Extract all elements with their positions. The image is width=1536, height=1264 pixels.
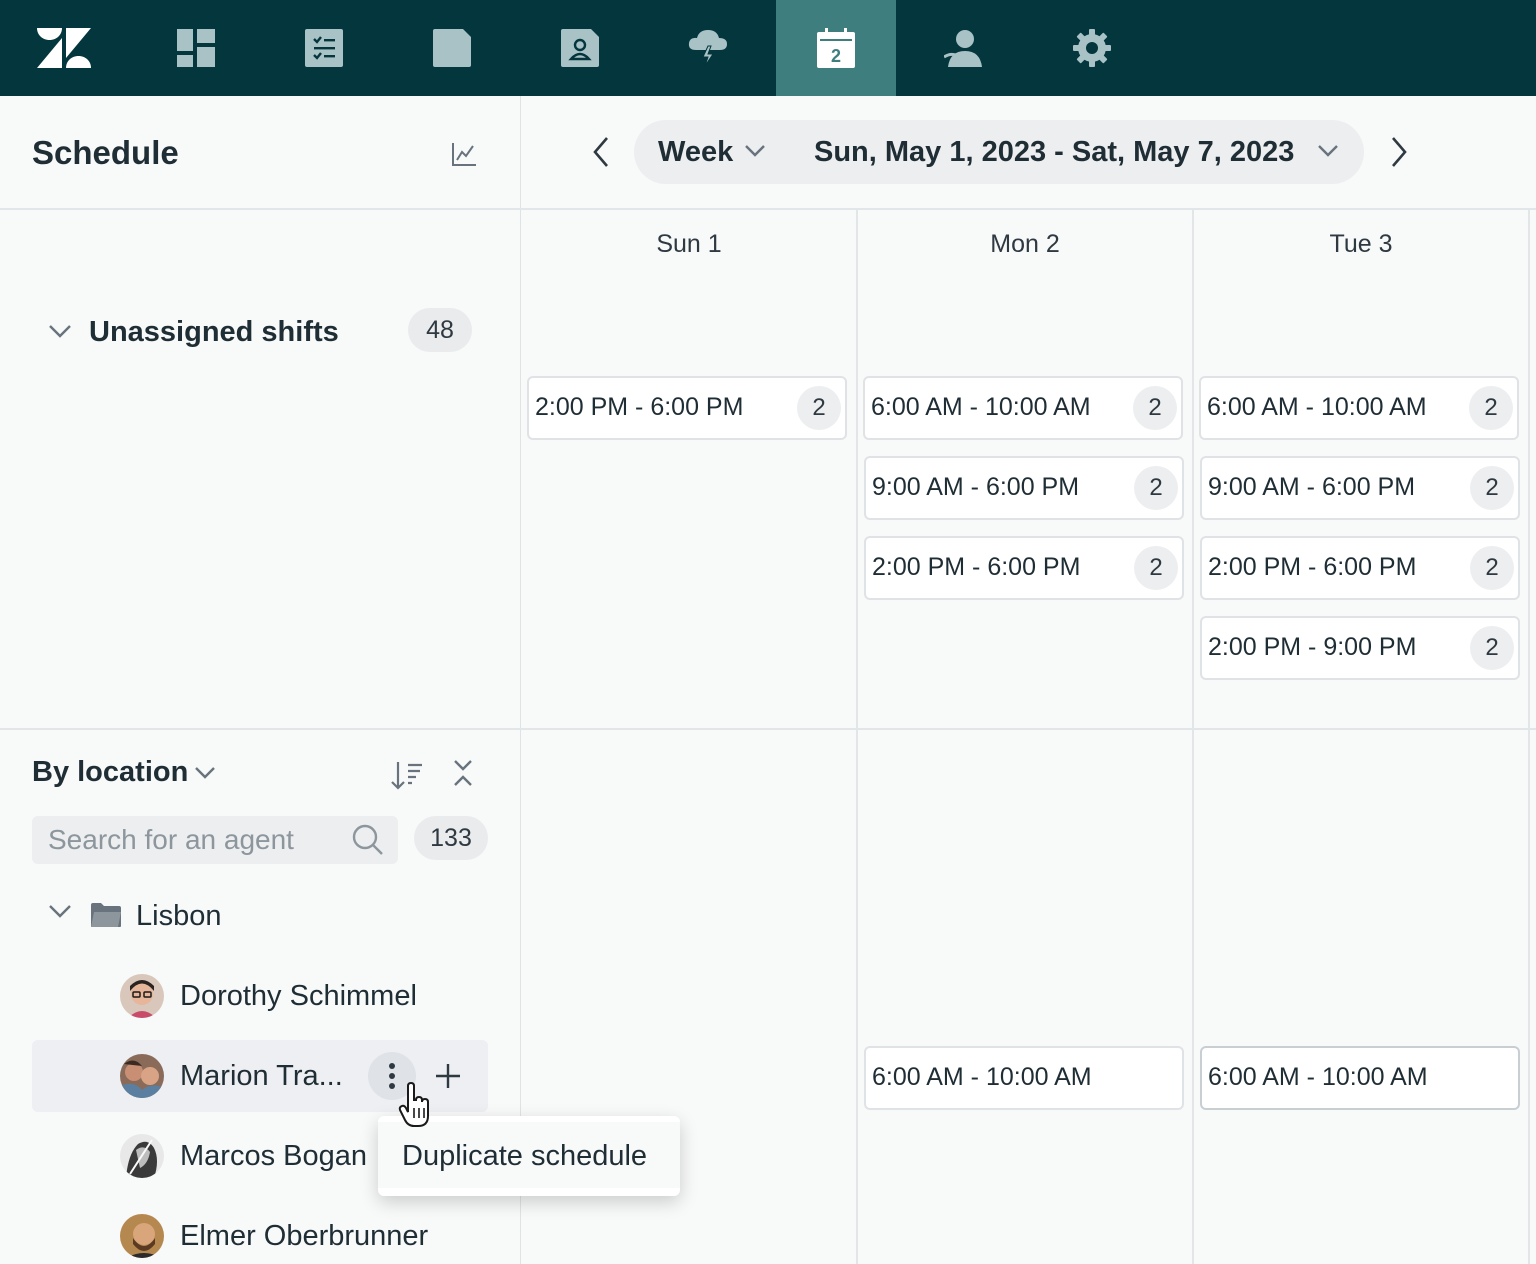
add-shift-button[interactable] — [430, 1052, 466, 1100]
chevron-down-icon[interactable] — [1317, 144, 1339, 157]
sort-icon[interactable] — [390, 758, 424, 792]
shift-count-badge: 2 — [1133, 386, 1177, 430]
avatar — [120, 1054, 164, 1098]
search-icon — [352, 824, 383, 855]
shift-time: 2:00 PM - 9:00 PM — [1208, 633, 1417, 661]
unassigned-shift-card[interactable]: 9:00 AM - 6:00 PM 2 — [1200, 456, 1520, 520]
analytics-chart-button[interactable] — [446, 136, 482, 172]
shift-time: 9:00 AM - 6:00 PM — [872, 473, 1080, 501]
shift-time: 2:00 PM - 6:00 PM — [872, 553, 1081, 581]
date-range-dropdown[interactable]: Sun, May 1, 2023 - Sat, May 7, 2023 — [814, 136, 1294, 169]
previous-week-button[interactable] — [585, 134, 619, 170]
avatar — [120, 1214, 164, 1258]
avatar — [120, 1134, 164, 1178]
dashboard-icon[interactable] — [136, 0, 256, 96]
group-by-dropdown[interactable]: By location — [32, 756, 188, 789]
section-divider — [521, 728, 1536, 730]
agent-shift-card[interactable]: 6:00 AM - 10:00 AM — [864, 1046, 1184, 1110]
unassigned-shifts-label: Unassigned shifts — [89, 316, 339, 348]
pointer-hand-cursor-icon — [398, 1082, 429, 1127]
top-navigation-bar: 2 — [0, 0, 1536, 96]
shift-time: 6:00 AM - 10:00 AM — [1208, 1063, 1428, 1091]
day-divider — [1528, 210, 1530, 1264]
shift-time: 2:00 PM - 6:00 PM — [535, 393, 744, 421]
agent-row[interactable]: Dorothy Schimmel — [32, 960, 488, 1032]
page-title: Schedule — [32, 134, 179, 171]
shift-count-badge: 2 — [1469, 386, 1513, 430]
unassigned-shift-card[interactable]: 6:00 AM - 10:00 AM 2 — [1199, 376, 1519, 440]
unassigned-shift-card[interactable]: 6:00 AM - 10:00 AM 2 — [863, 376, 1183, 440]
unassigned-shift-card[interactable]: 2:00 PM - 9:00 PM 2 — [1200, 616, 1520, 680]
header-divider — [0, 208, 521, 210]
line-chart-icon — [452, 143, 476, 166]
unassigned-shift-card[interactable]: 2:00 PM - 6:00 PM 2 — [1200, 536, 1520, 600]
location-label[interactable]: Lisbon — [136, 900, 221, 933]
agent-row[interactable]: Elmer Oberbrunner — [32, 1200, 488, 1264]
chevron-down-icon[interactable] — [744, 144, 766, 157]
shift-count-badge: 2 — [1470, 626, 1514, 670]
shift-time: 2:00 PM - 6:00 PM — [1208, 553, 1417, 581]
agent-shift-card[interactable]: 6:00 AM - 10:00 AM — [1200, 1046, 1520, 1110]
day-divider — [1192, 210, 1194, 1264]
day-header: Sun 1 — [656, 230, 722, 258]
agent-search-input[interactable] — [32, 816, 398, 864]
shift-time: 6:00 AM - 10:00 AM — [1207, 393, 1427, 421]
task-list-icon[interactable] — [264, 0, 384, 96]
day-divider — [856, 210, 858, 1264]
unassigned-shifts-header[interactable]: Unassigned shifts 48 — [44, 308, 484, 354]
unassigned-shift-card[interactable]: 2:00 PM - 6:00 PM 2 — [864, 536, 1184, 600]
calendar-day-number: 2 — [831, 46, 841, 66]
zendesk-logo[interactable] — [4, 0, 124, 96]
unassigned-shift-card[interactable]: 9:00 AM - 6:00 PM 2 — [864, 456, 1184, 520]
collapse-all-icon[interactable] — [450, 758, 476, 788]
chevron-down-icon — [49, 325, 71, 338]
plus-icon — [436, 1064, 460, 1088]
day-header: Mon 2 — [990, 230, 1060, 258]
shift-count-badge: 2 — [1134, 466, 1178, 510]
calendar-grid: Sun 1 Mon 2 Tue 3 2:00 PM - 6:00 PM 2 6:… — [521, 210, 1536, 1264]
agent-name: Marcos Bogan — [180, 1140, 367, 1172]
date-range-selector: Week Sun, May 1, 2023 - Sat, May 7, 2023 — [634, 120, 1364, 184]
open-folder-icon — [91, 903, 121, 927]
storm-cloud-icon[interactable] — [648, 0, 768, 96]
calendar-icon[interactable]: 2 — [776, 0, 896, 96]
shift-count-badge: 2 — [1470, 466, 1514, 510]
avatar — [120, 974, 164, 1018]
schedule-sidebar: Schedule Unassigned shifts 48 By locatio… — [0, 96, 521, 1264]
shift-count-badge: 2 — [797, 386, 841, 430]
section-divider — [0, 728, 521, 730]
unassigned-shift-card[interactable]: 2:00 PM - 6:00 PM 2 — [527, 376, 847, 440]
chevron-down-icon[interactable] — [48, 904, 72, 918]
day-header: Tue 3 — [1329, 230, 1393, 258]
duplicate-schedule-menu-item[interactable]: Duplicate schedule — [378, 1122, 680, 1188]
shift-time: 6:00 AM - 10:00 AM — [872, 1063, 1092, 1091]
chevron-down-icon[interactable] — [194, 766, 216, 779]
settings-gear-icon[interactable] — [1032, 0, 1152, 96]
agents-icon[interactable] — [904, 0, 1024, 96]
folder-icon[interactable] — [392, 0, 512, 96]
unassigned-count-badge: 48 — [408, 308, 472, 352]
contact-card-icon[interactable] — [520, 0, 640, 96]
shift-count-badge: 2 — [1134, 546, 1178, 590]
kebab-menu-icon — [389, 1063, 395, 1089]
shift-count-badge: 2 — [1470, 546, 1514, 590]
agent-context-menu: Duplicate schedule — [378, 1116, 680, 1196]
view-dropdown[interactable]: Week — [658, 136, 733, 169]
agent-name: Elmer Oberbrunner — [180, 1220, 429, 1252]
calendar-header: Week Sun, May 1, 2023 - Sat, May 7, 2023 — [521, 96, 1536, 210]
agent-name: Marion Tra... — [180, 1060, 343, 1092]
shift-time: 9:00 AM - 6:00 PM — [1208, 473, 1416, 501]
agent-name: Dorothy Schimmel — [180, 980, 417, 1012]
agent-count-badge: 133 — [414, 816, 488, 860]
shift-time: 6:00 AM - 10:00 AM — [871, 393, 1091, 421]
menu-item-label: Duplicate schedule — [402, 1140, 648, 1172]
next-week-button[interactable] — [1381, 134, 1415, 170]
